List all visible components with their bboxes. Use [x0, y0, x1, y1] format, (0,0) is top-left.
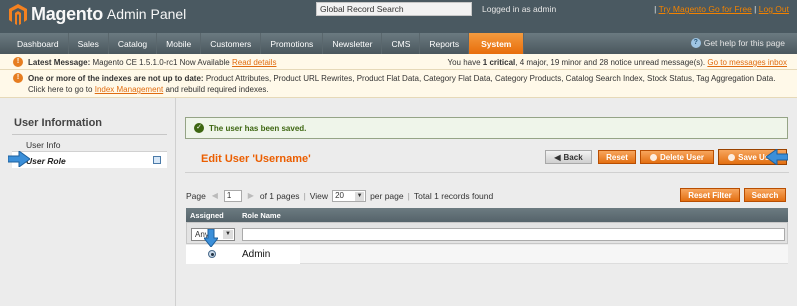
- success-text: The user has been saved.: [209, 124, 307, 133]
- chevron-down-icon: ▼: [355, 192, 365, 201]
- index-notice-bold: One or more of the indexes are not up to…: [28, 74, 204, 83]
- role-name-filter-input[interactable]: [242, 228, 785, 241]
- back-button-label: Back: [563, 152, 583, 162]
- delete-user-label: Delete User: [659, 152, 705, 162]
- nav-mobile[interactable]: Mobile: [157, 33, 202, 54]
- column-divider: [175, 98, 176, 306]
- back-arrow-icon: ◀: [554, 152, 561, 162]
- pager-separator: |: [303, 191, 306, 201]
- view-label: View: [309, 191, 329, 201]
- index-notice-bar: ! One or more of the indexes are not up …: [0, 70, 797, 98]
- magento-logo[interactable]: Magento Admin Panel: [8, 2, 186, 26]
- counts-prefix: You have: [447, 58, 481, 67]
- role-radio[interactable]: [208, 250, 216, 258]
- page-label: Page: [186, 191, 206, 201]
- nav-sales[interactable]: Sales: [69, 33, 109, 54]
- delete-icon: [649, 153, 657, 161]
- tab-changed-icon: [153, 156, 161, 164]
- sidebar-title: User Information: [14, 117, 103, 129]
- header: Magento Admin Panel Global Record Search…: [0, 0, 797, 33]
- pager-separator: |: [407, 191, 410, 201]
- pointer-arrow-icon: [8, 151, 30, 167]
- per-page-select[interactable]: 20 ▼: [332, 190, 367, 202]
- sidebar-divider: [12, 134, 167, 135]
- messages-inbox-link[interactable]: Go to messages inbox: [707, 58, 787, 67]
- back-button[interactable]: ◀ Back: [545, 150, 592, 164]
- check-icon: ✓: [194, 123, 204, 133]
- logout-link[interactable]: Log Out: [759, 4, 789, 14]
- prev-page-icon[interactable]: ◀: [210, 191, 220, 201]
- counts-critical: 1 critical: [482, 58, 516, 67]
- help-link[interactable]: ? Get help for this page: [690, 38, 785, 48]
- nav-system[interactable]: System: [469, 33, 525, 54]
- total-records: Total 1 records found: [413, 191, 494, 201]
- search-button[interactable]: Search: [744, 188, 786, 202]
- latest-message: Latest Message: Magento CE 1.5.1.0-rc1 N…: [28, 58, 276, 67]
- role-name-cell: Admin: [242, 249, 271, 260]
- counts-notice: and 28 notice unread message(s).: [583, 58, 706, 67]
- content-divider: [185, 172, 789, 173]
- grid-header: Assigned Role Name: [186, 208, 788, 222]
- index-notice: One or more of the indexes are not up to…: [28, 73, 788, 95]
- main-nav: Dashboard Sales Catalog Mobile Customers…: [0, 33, 797, 54]
- sidebar: User Information: [0, 98, 175, 306]
- index-notice-tail: and rebuild required indexes.: [165, 85, 269, 94]
- pointer-arrow-left-icon: [766, 149, 788, 165]
- pointer-arrow-down-icon: [204, 229, 218, 247]
- try-magento-go-link[interactable]: Try Magento Go for Free: [659, 4, 752, 14]
- reset-filter-button[interactable]: Reset Filter: [680, 188, 740, 202]
- table-row[interactable]: Admin: [186, 245, 788, 264]
- success-message: ✓ The user has been saved.: [185, 117, 788, 139]
- page-title: Edit User 'Username': [201, 153, 311, 165]
- warning-icon: !: [13, 73, 23, 83]
- reset-button[interactable]: Reset: [598, 150, 636, 164]
- nav-customers[interactable]: Customers: [201, 33, 262, 54]
- latest-message-bar: ! Latest Message: Magento CE 1.5.1.0-rc1…: [0, 54, 797, 70]
- delete-user-button[interactable]: Delete User: [640, 150, 714, 164]
- pager: Page ◀ 1 ▶ of 1 pages | View 20 ▼ per pag…: [186, 190, 493, 202]
- nav-promotions[interactable]: Promotions: [261, 33, 324, 54]
- logged-in-text: Logged in as admin: [482, 4, 557, 14]
- nav-cms[interactable]: CMS: [382, 33, 421, 54]
- tab-user-role[interactable]: User Role: [12, 152, 167, 168]
- nav-reports[interactable]: Reports: [420, 33, 470, 54]
- header-links: | Try Magento Go for Free | Log Out: [654, 4, 789, 14]
- counts-major: 4 major: [519, 58, 546, 67]
- of-pages: of 1 pages: [259, 191, 300, 201]
- page-input[interactable]: 1: [223, 190, 242, 202]
- save-icon: [728, 153, 736, 161]
- nav-dashboard[interactable]: Dashboard: [0, 33, 69, 54]
- help-icon: ?: [690, 38, 701, 48]
- warning-icon: !: [13, 57, 23, 67]
- grid-filter-row: Any ▼: [186, 222, 788, 244]
- global-search-input[interactable]: Global Record Search: [316, 2, 472, 16]
- tab-user-info-label: User Info: [26, 140, 61, 150]
- per-page-value: 20: [335, 191, 344, 200]
- latest-message-label: Latest Message:: [28, 58, 91, 67]
- index-management-link[interactable]: Index Management: [95, 85, 164, 94]
- magento-logo-icon: [9, 4, 27, 25]
- latest-message-text: Magento CE 1.5.1.0-rc1 Now Available: [92, 58, 230, 67]
- per-page-label: per page: [370, 191, 404, 201]
- help-label: Get help for this page: [703, 38, 785, 48]
- tab-user-info[interactable]: User Info: [12, 137, 167, 152]
- next-page-icon[interactable]: ▶: [246, 191, 256, 201]
- col-role-name[interactable]: Role Name: [242, 211, 281, 220]
- message-counts: You have 1 critical, 4 major, 19 minor a…: [447, 58, 787, 67]
- nav-catalog[interactable]: Catalog: [109, 33, 158, 54]
- logo-word: Magento: [31, 3, 103, 24]
- col-assigned[interactable]: Assigned: [190, 211, 224, 220]
- chevron-down-icon: ▼: [223, 230, 233, 239]
- read-details-link[interactable]: Read details: [232, 58, 276, 67]
- counts-minor: 19 minor: [550, 58, 582, 67]
- logo-subtitle: Admin Panel: [106, 6, 187, 22]
- tab-user-role-label: User Role: [26, 156, 66, 166]
- nav-newsletter[interactable]: Newsletter: [323, 33, 383, 54]
